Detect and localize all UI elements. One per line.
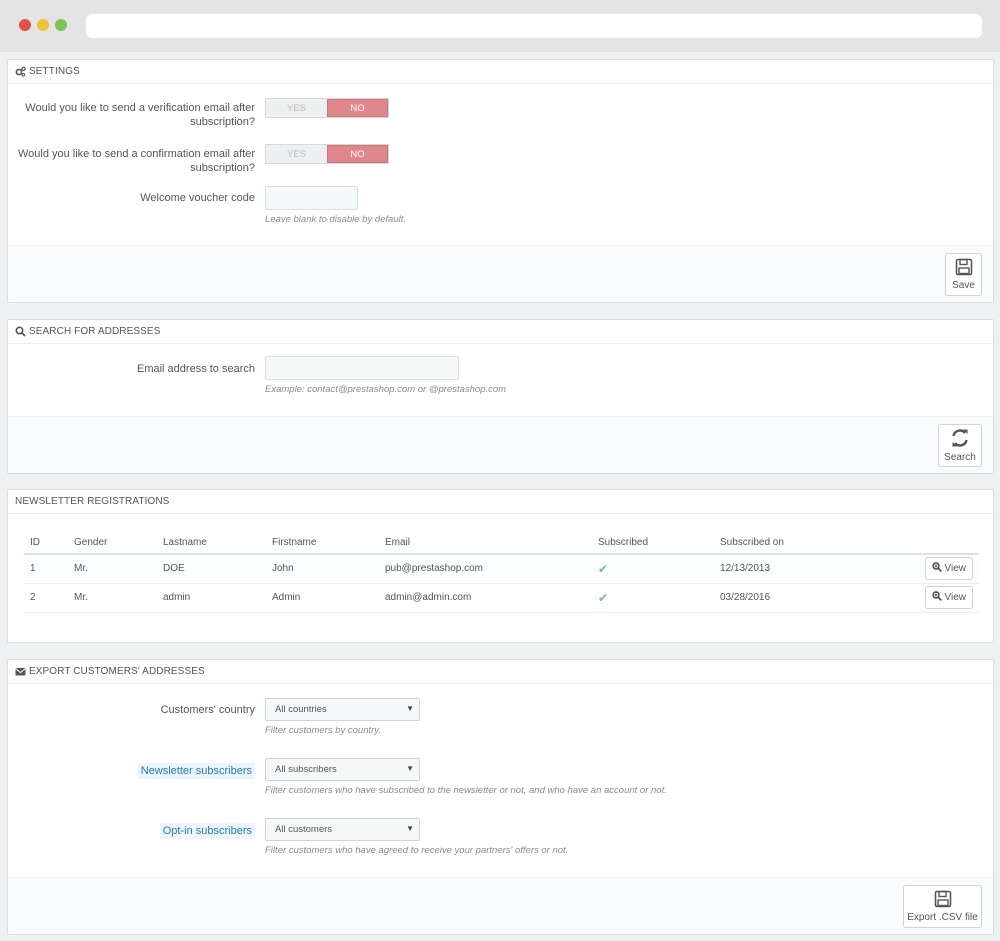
verification-no-option[interactable]: NO — [327, 99, 388, 117]
search-title: Search for addresses — [29, 326, 161, 337]
window-maximize-dot[interactable] — [55, 19, 67, 31]
view-button-label: View — [944, 563, 967, 575]
column-header-id: ID — [24, 526, 68, 555]
optin-label: Opt-in subscribers — [159, 823, 255, 839]
settings-panel-header: Settings — [8, 60, 993, 84]
table-row: 2 Mr. admin Admin admin@admin.com ✔ 03/2… — [24, 583, 979, 613]
export-footer: Export .CSV file — [8, 877, 993, 934]
zoom-in-icon — [931, 562, 942, 575]
voucher-input[interactable] — [265, 186, 358, 210]
export-csv-button[interactable]: Export .CSV file — [903, 885, 982, 928]
save-icon — [934, 890, 952, 911]
search-panel-header: Search for addresses — [8, 320, 993, 344]
confirmation-no-option[interactable]: NO — [327, 145, 388, 163]
envelope-icon — [15, 666, 26, 677]
cell-subscribed: ✔ — [592, 583, 714, 613]
check-icon: ✔ — [598, 590, 609, 605]
export-csv-button-label: Export .CSV file — [907, 912, 978, 923]
newsletter-select-value: All subscribers — [275, 764, 337, 775]
caret-down-icon: ▼ — [406, 704, 414, 713]
column-header-firstname: Firstname — [266, 526, 379, 555]
browser-chrome — [0, 0, 1000, 52]
column-header-subscribed-on: Subscribed on — [714, 526, 914, 555]
newsletter-label: Newsletter subscribers — [137, 763, 255, 779]
column-header-gender: Gender — [68, 526, 157, 555]
cell-lastname: admin — [157, 583, 266, 613]
search-button[interactable]: Search — [938, 424, 982, 467]
address-bar[interactable] — [86, 14, 982, 38]
export-title: Export customers' addresses — [29, 666, 205, 677]
view-button[interactable]: View — [924, 557, 973, 581]
country-label: Customers' country — [160, 704, 255, 716]
email-search-input[interactable] — [265, 356, 459, 380]
column-header-email: Email — [379, 526, 592, 555]
window-close-dot[interactable] — [19, 19, 31, 31]
cell-subscribed-on: 03/28/2016 — [714, 583, 914, 613]
cell-email: pub@prestashop.com — [379, 554, 592, 584]
cogs-icon — [15, 66, 26, 77]
save-button[interactable]: Save — [945, 253, 982, 296]
cell-actions: View — [914, 554, 979, 584]
confirmation-label: Would you like to send a confirmation em… — [17, 148, 255, 174]
verification-label: Would you like to send a verification em… — [25, 102, 255, 128]
search-icon — [15, 326, 26, 337]
table-header-row: ID Gender Lastname Firstname Email Subsc… — [24, 526, 979, 555]
caret-down-icon: ▼ — [406, 824, 414, 833]
country-help: Filter customers by country. — [265, 725, 381, 736]
country-select[interactable]: All countries ▼ — [265, 698, 420, 721]
registrations-panel: Newsletter registrations ID Gender Lastn… — [7, 489, 994, 643]
settings-panel: Settings Would you like to send a verifi… — [7, 59, 994, 303]
table-row: 1 Mr. DOE John pub@prestashop.com ✔ 12/1… — [24, 554, 979, 584]
cell-id: 2 — [24, 583, 68, 613]
optin-help: Filter customers who have agreed to rece… — [265, 845, 569, 856]
view-button[interactable]: View — [924, 586, 973, 609]
cell-lastname: DOE — [157, 554, 266, 584]
registrations-table: ID Gender Lastname Firstname Email Subsc… — [24, 526, 979, 613]
country-select-value: All countries — [275, 704, 327, 715]
email-search-help: Example: contact@prestashop.com or @pres… — [265, 384, 507, 395]
caret-down-icon: ▼ — [406, 764, 414, 773]
optin-select[interactable]: All customers ▼ — [265, 818, 420, 841]
search-panel: Search for addresses Email address to se… — [7, 319, 994, 474]
cell-gender: Mr. — [68, 583, 157, 613]
cell-id: 1 — [24, 554, 68, 584]
cell-subscribed-on: 12/13/2013 — [714, 554, 914, 584]
verification-switch[interactable]: YES NO — [265, 98, 389, 118]
refresh-icon — [950, 428, 970, 451]
voucher-help: Leave blank to disable by default. — [265, 214, 407, 225]
settings-title: Settings — [29, 66, 80, 77]
settings-footer: Save — [8, 245, 993, 302]
cell-firstname: John — [266, 554, 379, 584]
search-button-label: Search — [944, 452, 976, 463]
view-button-label: View — [944, 592, 967, 603]
zoom-in-icon — [931, 591, 942, 604]
cell-gender: Mr. — [68, 554, 157, 584]
column-header-actions — [914, 526, 979, 555]
cell-firstname: Admin — [266, 583, 379, 613]
email-search-label: Email address to search — [137, 363, 255, 375]
confirmation-yes-option[interactable]: YES — [266, 145, 327, 163]
voucher-label: Welcome voucher code — [140, 192, 255, 204]
registrations-title: Newsletter registrations — [15, 496, 170, 507]
confirmation-switch[interactable]: YES NO — [265, 144, 389, 164]
export-panel-header: Export customers' addresses — [8, 660, 993, 684]
verification-yes-option[interactable]: YES — [266, 99, 327, 117]
column-header-subscribed: Subscribed — [592, 526, 714, 555]
window-minimize-dot[interactable] — [37, 19, 49, 31]
export-panel: Export customers' addresses Customers' c… — [7, 659, 994, 935]
check-icon: ✔ — [598, 561, 609, 576]
registrations-panel-header: Newsletter registrations — [8, 490, 993, 514]
cell-email: admin@admin.com — [379, 583, 592, 613]
search-footer: Search — [8, 416, 993, 473]
cell-subscribed: ✔ — [592, 554, 714, 584]
save-icon — [955, 258, 973, 279]
save-button-label: Save — [952, 280, 975, 291]
cell-actions: View — [914, 583, 979, 613]
newsletter-select[interactable]: All subscribers ▼ — [265, 758, 420, 781]
newsletter-help: Filter customers who have subscribed to … — [265, 785, 667, 796]
optin-select-value: All customers — [275, 824, 333, 835]
column-header-lastname: Lastname — [157, 526, 266, 555]
